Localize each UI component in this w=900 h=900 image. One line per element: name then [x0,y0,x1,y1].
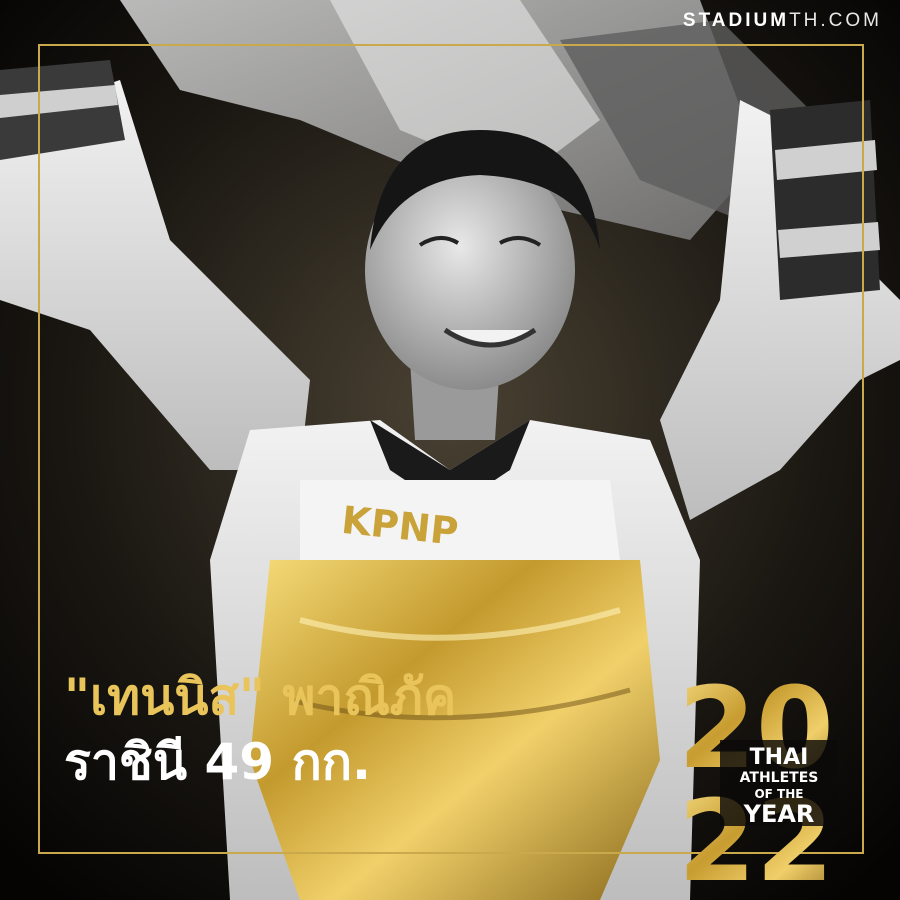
thai-athletes-badge: 20 22 THAI ATHLETES OF THE YEAR [678,672,838,884]
badge-line-4: YEAR [743,800,815,828]
poster: KPNP STADIUMTH.COM "เทนนิส" พาณิภัค ราชิ… [0,0,900,900]
caption-subtitle: ราชินี 49 กก. [64,733,371,791]
badge-line-1: THAI [750,745,809,770]
badge-line-3: OF THE [754,787,803,801]
site-brand-thin: TH.COM [789,10,882,31]
caption-line-1: "เทนนิส" พาณิภัค [64,668,664,727]
badge-line-2: ATHLETES [740,770,819,786]
site-brand: STADIUMTH.COM [683,10,882,32]
nickname: "เทนนิส" [64,668,266,726]
full-name: พาณิภัค [282,668,457,726]
caption: "เทนนิส" พาณิภัค ราชินี 49 กก. [64,668,664,792]
site-brand-bold: STADIUM [682,10,790,31]
